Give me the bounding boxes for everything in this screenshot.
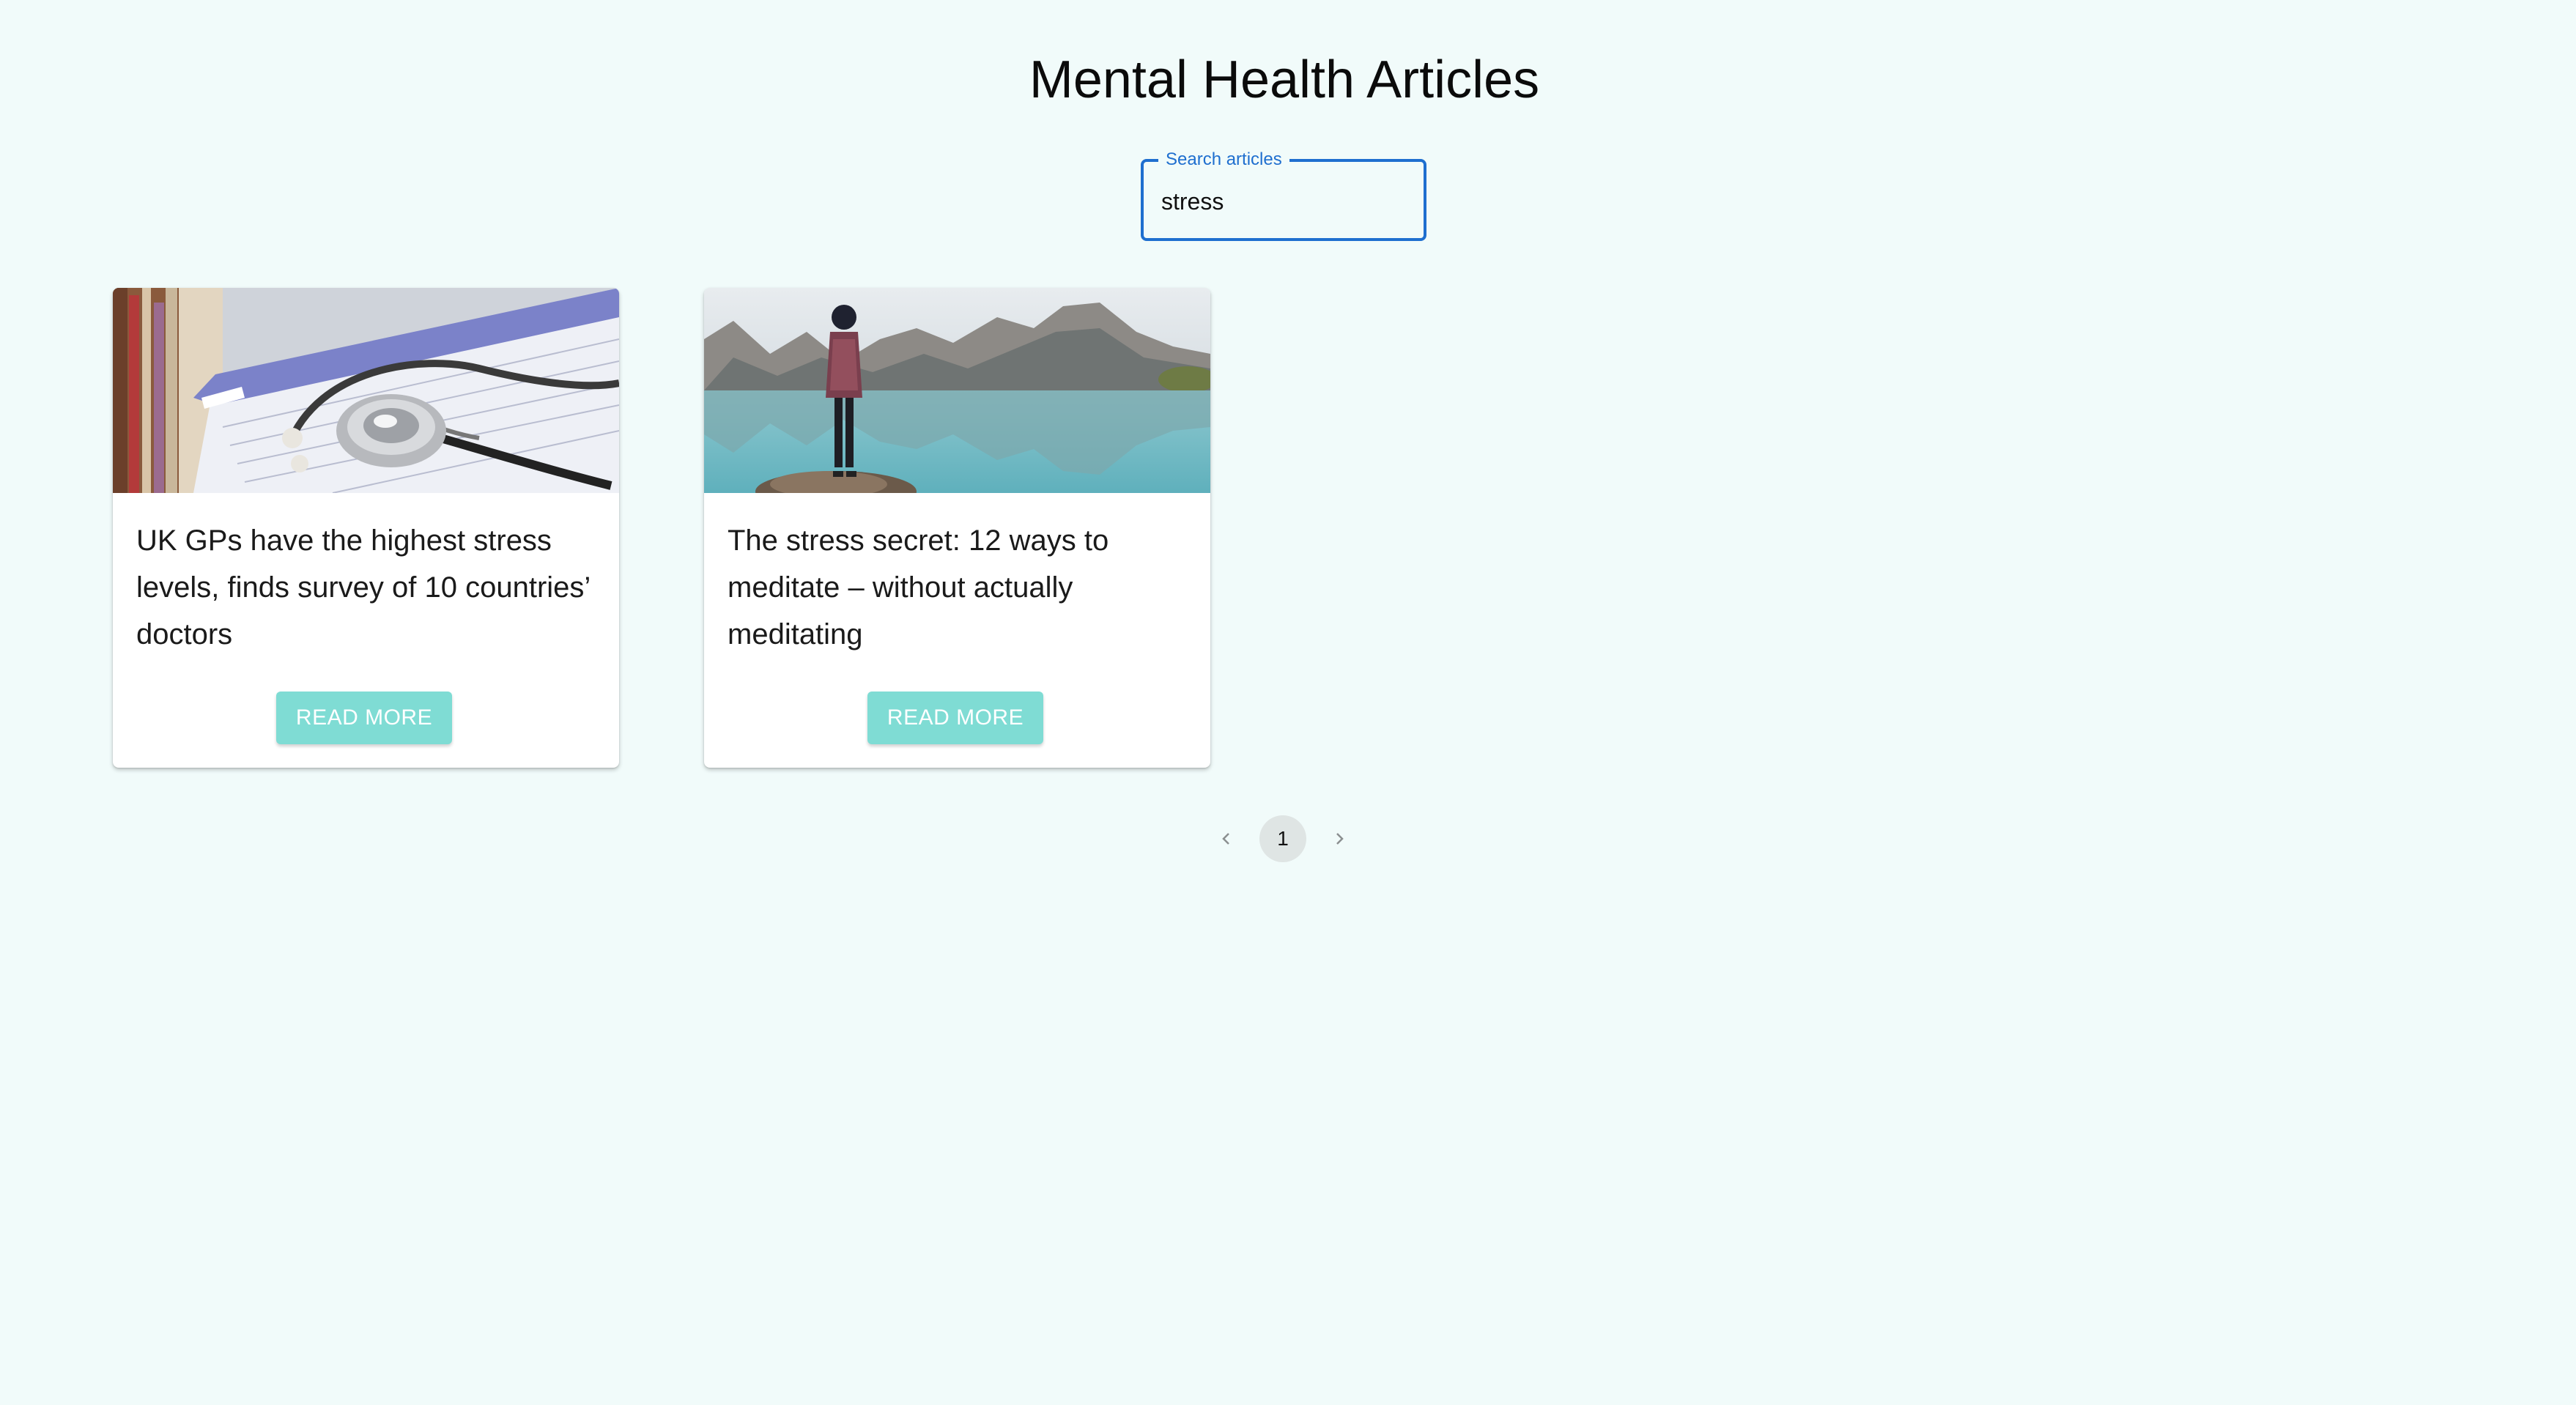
page-title: Mental Health Articles bbox=[1029, 51, 1540, 109]
read-more-button[interactable]: READ MORE bbox=[276, 692, 452, 744]
read-more-button[interactable]: READ MORE bbox=[867, 692, 1043, 744]
person-by-mountain-lake-image[interactable] bbox=[704, 288, 1210, 493]
article-title[interactable]: The stress secret: 12 ways to meditate –… bbox=[728, 517, 1189, 658]
page-number-current[interactable]: 1 bbox=[1259, 815, 1306, 862]
chevron-right-icon[interactable] bbox=[1316, 815, 1363, 862]
search-input[interactable] bbox=[1161, 181, 1403, 222]
search-field[interactable]: Search articles bbox=[1141, 149, 1426, 241]
chevron-left-icon[interactable] bbox=[1203, 815, 1250, 862]
article-card: UK GPs have the highest stress levels, f… bbox=[113, 288, 619, 768]
pagination: 1 bbox=[1203, 815, 1364, 862]
stethoscope-on-form-image[interactable] bbox=[113, 288, 619, 493]
article-title[interactable]: UK GPs have the highest stress levels, f… bbox=[136, 517, 598, 658]
article-card: The stress secret: 12 ways to meditate –… bbox=[704, 288, 1210, 768]
search-label: Search articles bbox=[1158, 149, 1289, 171]
